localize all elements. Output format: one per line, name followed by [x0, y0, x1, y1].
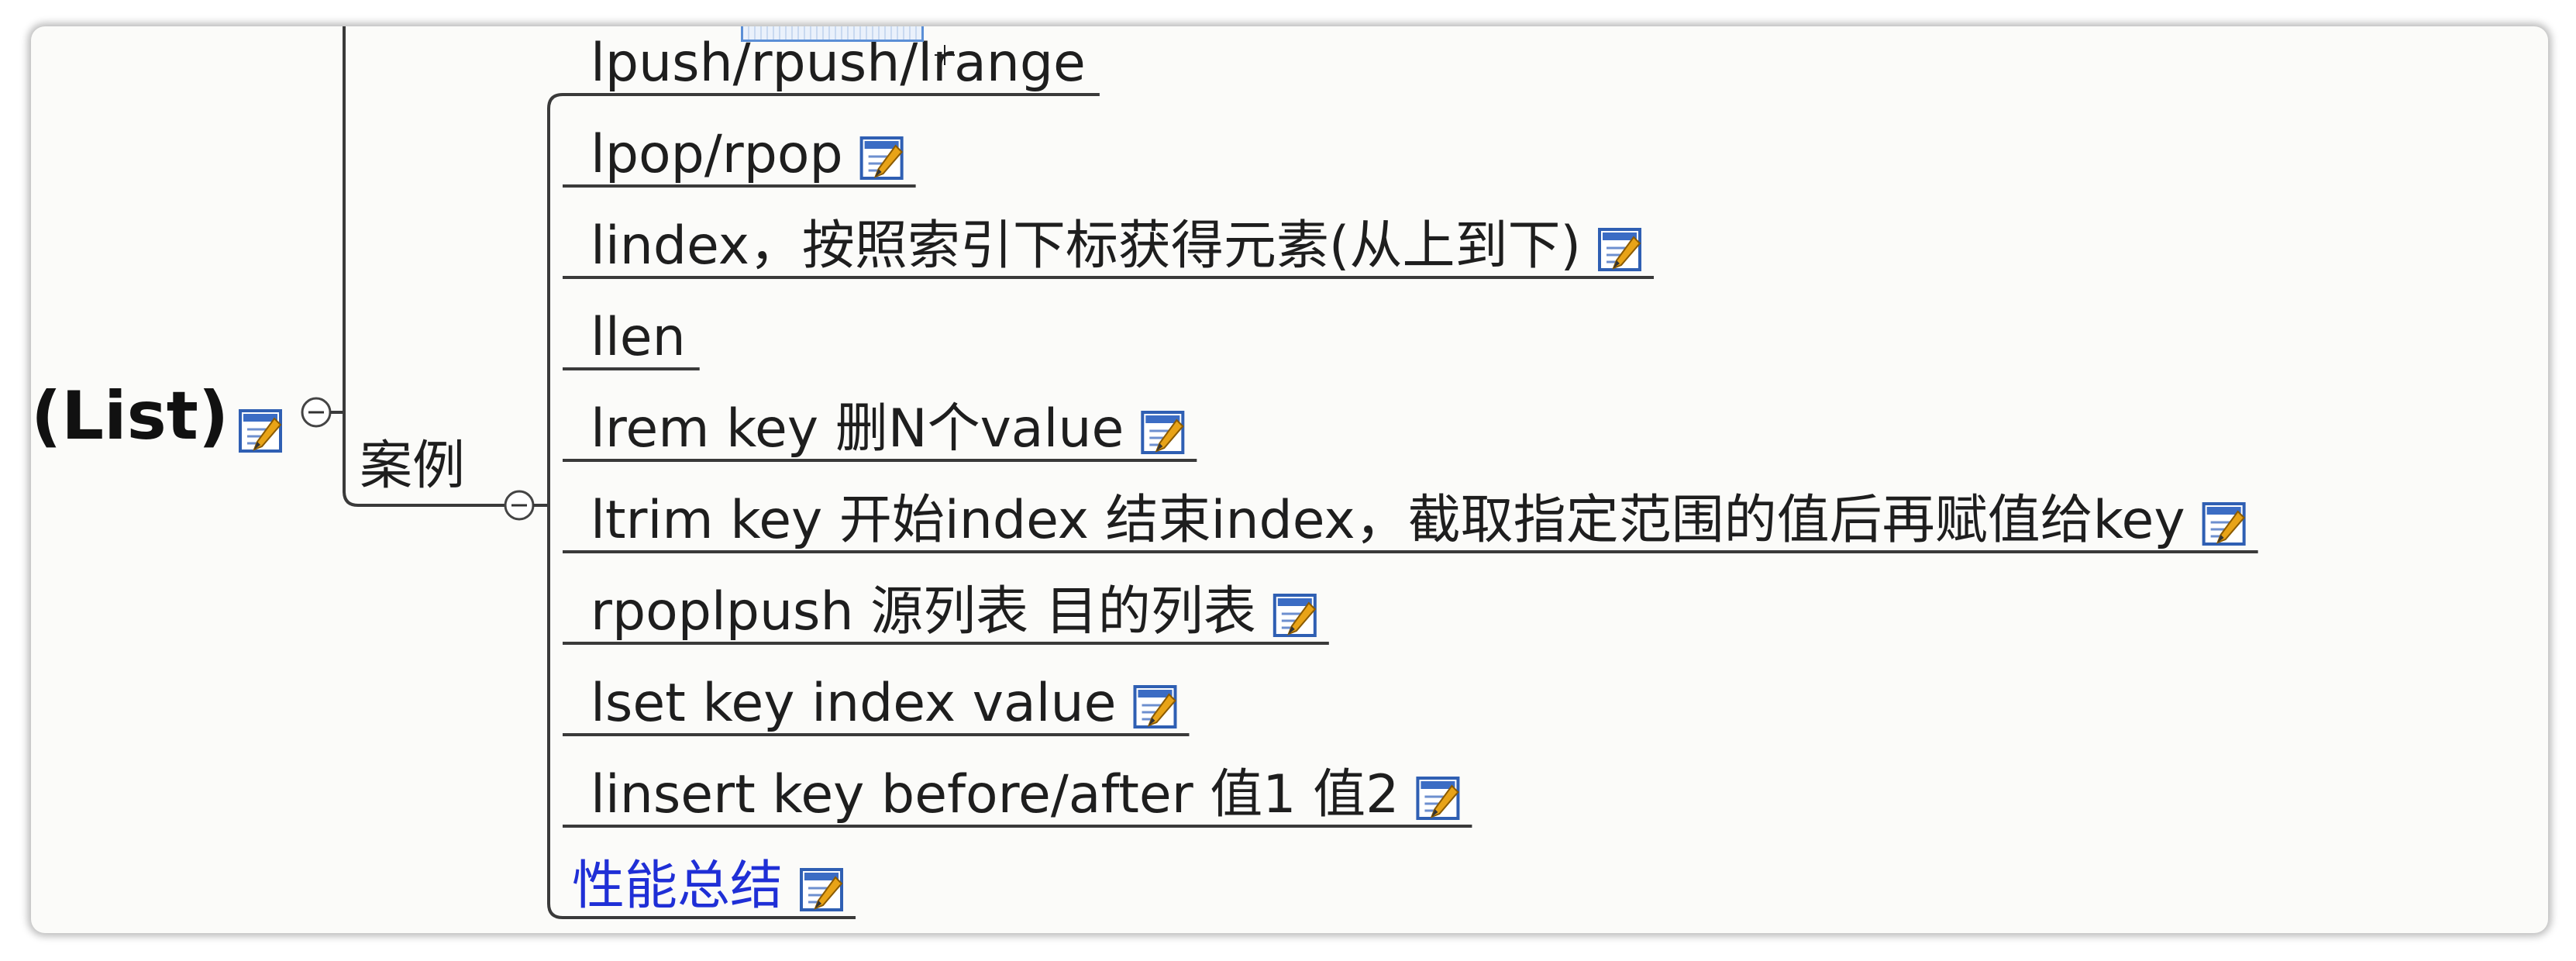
- topic-label: linsert key before/after 值1 值2: [591, 764, 1399, 825]
- list-item[interactable]: lpush/rpush/lrange: [563, 33, 1100, 96]
- topic-label: lindex，按照索引下标获得元素(从上到下): [591, 215, 1581, 277]
- collapse-minus-icon[interactable]: [504, 490, 535, 521]
- list-item[interactable]: lpop/rpop: [563, 124, 916, 188]
- topic-label: 性能总结: [572, 856, 783, 917]
- note-pencil-icon[interactable]: [859, 136, 904, 180]
- list-item[interactable]: lindex，按照索引下标获得元素(从上到下): [563, 215, 1654, 279]
- root-connectors: [330, 26, 505, 507]
- list-item[interactable]: linsert key before/after 值1 值2: [563, 764, 1472, 828]
- note-pencil-icon[interactable]: [1273, 594, 1317, 637]
- list-item[interactable]: lrem key 删N个value: [563, 398, 1197, 462]
- branch-topic-label: 案例: [360, 436, 465, 497]
- list-item[interactable]: ltrim key 开始index 结束index，截取指定范围的值后再赋值给k…: [563, 490, 2258, 553]
- topic-label: rpoplpush 源列表 目的列表: [591, 581, 1256, 642]
- mindmap-canvas: (List) 案例 lpush/rpush/lrange lpop/rpop lin…: [31, 26, 2258, 919]
- note-pencil-icon[interactable]: [1141, 411, 1185, 454]
- note-pencil-icon[interactable]: [1416, 777, 1460, 820]
- note-pencil-icon[interactable]: [239, 409, 282, 453]
- note-pencil-icon[interactable]: [1133, 685, 1177, 728]
- child-connectors: [533, 93, 563, 919]
- note-pencil-icon[interactable]: [2202, 502, 2246, 546]
- crosshair-cursor-icon: [935, 45, 955, 65]
- list-item[interactable]: llen: [563, 307, 700, 370]
- note-pencil-icon[interactable]: [1598, 228, 1641, 271]
- mindmap-window: (List) 案例 lpush/rpush/lrange lpop/rpop lin…: [31, 26, 2548, 933]
- note-pencil-icon[interactable]: [800, 868, 844, 911]
- branch-spine: [533, 93, 563, 919]
- topic-label: ltrim key 开始index 结束index，截取指定范围的值后再赋值给k…: [591, 490, 2185, 551]
- root-topic[interactable]: (List): [31, 377, 282, 455]
- topic-label: lset key index value: [591, 673, 1116, 734]
- branch-children: lpush/rpush/lrange lpop/rpop lindex，按照索引下标…: [563, 33, 2258, 919]
- topic-label: lrem key 删N个value: [591, 398, 1124, 460]
- list-item[interactable]: lset key index value: [563, 673, 1190, 736]
- collapse-minus-icon[interactable]: [301, 397, 332, 428]
- root-topic-label: (List): [31, 377, 229, 455]
- topic-label: lpop/rpop: [591, 124, 843, 185]
- resize-handle[interactable]: [741, 26, 924, 42]
- topic-label: llen: [591, 307, 686, 368]
- branch-topic[interactable]: 案例: [360, 436, 465, 497]
- list-item[interactable]: rpoplpush 源列表 目的列表: [563, 581, 1329, 645]
- list-item[interactable]: 性能总结: [563, 856, 856, 919]
